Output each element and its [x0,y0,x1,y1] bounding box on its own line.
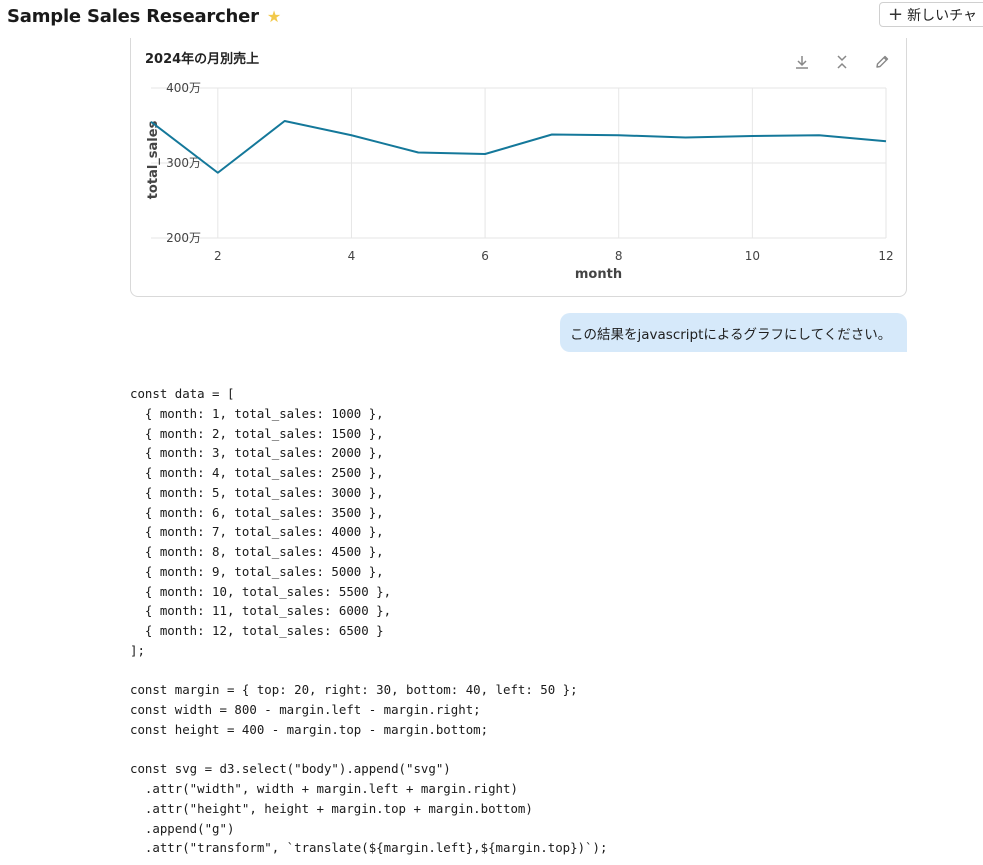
app-title: Sample Sales Researcher ★ [7,6,281,27]
code-line: const svg = d3.select("body").append("sv… [130,761,451,777]
x-tick-label: 2 [214,249,222,263]
code-line: .attr("width", width + margin.left + mar… [130,781,518,796]
star-icon[interactable]: ★ [267,8,281,25]
line-chart: 200万 300万 400万 2 4 6 8 10 12 month total_sales [146,81,894,282]
code-line: { month: 2, total_sales: 1500 }, [130,425,384,441]
code-line: { month: 8, total_sales: 4500 }, [130,544,384,559]
code-line: const data = [ [130,386,235,401]
code-line: { month: 6, total_sales: 3500 }, [130,504,384,520]
chart-toolbar [792,52,892,72]
chart-card: 200万 300万 400万 2 4 6 8 10 12 month total_sales 202… [130,38,907,297]
code-line: { month: 5, total_sales: 3000 }, [130,484,384,500]
user-message-bubble: この結果をjavascriptによるグラフにしてください。 [560,313,907,352]
code-line: { month: 12, total_sales: 6500 } [130,623,384,638]
code-line: const height = 400 - margin.top - margin… [130,721,489,737]
edit-icon[interactable] [872,52,892,72]
x-tick-label: 8 [615,249,623,263]
code-line: { month: 10, total_sales: 5500 }, [130,583,392,599]
chart-title: 2024年の月別売上 [145,52,260,67]
y-axis-label: total_sales [146,120,161,199]
code-line: { month: 7, total_sales: 4000 }, [130,524,384,540]
x-tick-label: 4 [348,249,356,263]
collapse-icon[interactable] [832,52,852,72]
download-icon[interactable] [792,52,812,72]
x-axis-label: month [575,267,622,282]
y-tick-label: 400万 [166,81,201,95]
code-line: .attr("transform", `translate(${margin.l… [130,840,608,856]
plus-icon: + [888,3,904,25]
code-line: { month: 11, total_sales: 6000 }, [130,603,392,619]
code-line: { month: 1, total_sales: 1000 }, [130,405,384,421]
new-chat-button[interactable]: + 新しいチャ [879,2,983,27]
code-block: const data = [ { month: 1, total_sales: … [130,384,830,858]
x-tick-label: 12 [878,249,893,263]
code-line: { month: 9, total_sales: 5000 }, [130,563,384,579]
y-tick-label: 200万 [166,231,201,245]
code-line: .attr("height", height + margin.top + ma… [130,800,533,816]
series-line [150,120,887,174]
code-line: const margin = { top: 20, right: 30, bot… [130,682,578,698]
page-title: Sample Sales Researcher [7,6,259,27]
user-message-text: この結果をjavascriptによるグラフにしてください。 [570,326,892,343]
x-tick-label: 6 [481,249,489,263]
code-line: .append("g") [130,820,235,836]
code-line: ]; [130,642,145,658]
new-chat-label: 新しいチャ [907,7,977,24]
code-line: { month: 4, total_sales: 2500 }, [130,465,384,480]
y-tick-label: 300万 [166,156,201,170]
code-line: { month: 3, total_sales: 2000 }, [130,445,384,461]
x-tick-label: 10 [745,249,760,263]
code-line: const width = 800 - margin.left - margin… [130,702,481,717]
